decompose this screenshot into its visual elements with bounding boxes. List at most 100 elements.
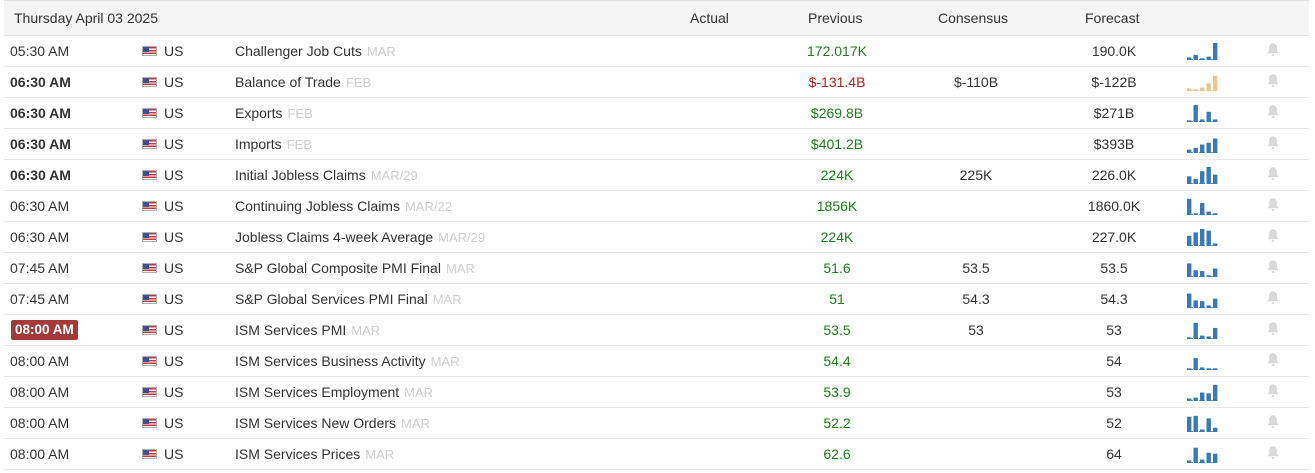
event-name-link[interactable]: ISM Services PMI MAR xyxy=(235,315,380,346)
header-forecast[interactable]: Forecast xyxy=(1085,1,1139,35)
header-previous[interactable]: Previous xyxy=(808,1,862,35)
sparkline-chart[interactable] xyxy=(1187,104,1219,122)
bell-alert-icon[interactable] xyxy=(1266,197,1280,213)
event-name-link[interactable]: ISM Services New Orders MAR xyxy=(235,408,430,439)
sparkline-chart[interactable] xyxy=(1187,290,1219,308)
sparkline-chart[interactable] xyxy=(1187,352,1219,370)
event-reference-period: MAR xyxy=(401,416,430,431)
event-country: US xyxy=(164,105,184,121)
event-reference-period: MAR xyxy=(432,292,462,307)
event-name-link[interactable]: Balance of Trade FEB xyxy=(235,67,371,98)
sparkline-bar xyxy=(1213,174,1218,184)
sparkline-bar xyxy=(1193,415,1198,432)
table-row[interactable]: 08:00 AM US ISM Services Employment MAR 5… xyxy=(4,377,1309,408)
sparkline-bar xyxy=(1206,230,1211,246)
table-row[interactable]: 07:45 AM US S&P Global Services PMI Fina… xyxy=(4,284,1309,315)
header-actual[interactable]: Actual xyxy=(690,1,729,35)
bell-alert-icon[interactable] xyxy=(1266,73,1280,89)
event-consensus: 53.5 xyxy=(962,260,990,276)
table-row[interactable]: 08:00 AM US ISM Services Business Activi… xyxy=(4,346,1309,377)
sparkline-chart[interactable] xyxy=(1187,259,1219,277)
bell-alert-icon[interactable] xyxy=(1266,290,1280,306)
event-country: US xyxy=(164,136,184,152)
event-forecast: 53 xyxy=(1106,322,1122,338)
sparkline-chart[interactable] xyxy=(1187,321,1219,339)
bell-alert-icon[interactable] xyxy=(1266,135,1280,151)
event-reference-period: FEB xyxy=(286,137,312,152)
sparkline-bar xyxy=(1206,418,1211,432)
event-time: 06:30 AM xyxy=(10,105,71,121)
sparkline-bar xyxy=(1200,171,1205,184)
sparkline-bar xyxy=(1206,167,1211,184)
event-country: US xyxy=(164,43,184,59)
us-flag-icon xyxy=(142,139,157,149)
sparkline-chart[interactable] xyxy=(1187,135,1219,153)
event-name-link[interactable]: S&P Global Services PMI Final MAR xyxy=(235,284,462,315)
bell-alert-icon[interactable] xyxy=(1266,383,1280,399)
table-row[interactable]: 06:30 AM US Initial Jobless Claims MAR/29… xyxy=(4,160,1309,191)
event-time: 05:30 AM xyxy=(10,43,70,59)
bell-alert-icon[interactable] xyxy=(1266,42,1280,58)
event-name-link[interactable]: Jobless Claims 4-week Average MAR/29 xyxy=(235,222,485,253)
event-reference-period: MAR xyxy=(366,44,396,59)
sparkline-bar xyxy=(1200,301,1205,308)
bell-alert-icon[interactable] xyxy=(1266,321,1280,337)
table-row[interactable]: 08:00 AM US ISM Services PMI MAR 53.5 53 … xyxy=(4,315,1309,346)
event-name: S&P Global Composite PMI Final xyxy=(235,260,441,276)
event-name-link[interactable]: Challenger Job Cuts MAR xyxy=(235,36,396,67)
table-row[interactable]: 06:30 AM US Jobless Claims 4-week Averag… xyxy=(4,222,1309,253)
sparkline-chart[interactable] xyxy=(1187,228,1219,246)
sparkline-chart[interactable] xyxy=(1187,42,1219,60)
table-row[interactable]: 06:30 AM US Balance of Trade FEB $-131.4B… xyxy=(4,67,1309,98)
sparkline-bar xyxy=(1193,447,1198,463)
event-name-link[interactable]: Initial Jobless Claims MAR/29 xyxy=(235,160,418,191)
sparkline-chart[interactable] xyxy=(1187,414,1219,432)
event-name-link[interactable]: ISM Services Prices MAR xyxy=(235,439,394,470)
us-flag-icon xyxy=(142,201,157,211)
event-country: US xyxy=(164,260,184,276)
table-row[interactable]: 06:30 AM US Imports FEB $401.2B $393B xyxy=(4,129,1309,160)
event-name-link[interactable]: Exports FEB xyxy=(235,98,313,129)
bell-alert-icon[interactable] xyxy=(1266,414,1280,430)
event-forecast: $271B xyxy=(1093,105,1135,121)
event-name: Challenger Job Cuts xyxy=(235,43,362,59)
event-time: 08:00 AM xyxy=(10,446,70,462)
sparkline-bar xyxy=(1206,452,1211,463)
event-name-link[interactable]: S&P Global Composite PMI Final MAR xyxy=(235,253,475,284)
sparkline-bar xyxy=(1206,83,1211,91)
event-reference-period: MAR xyxy=(365,447,395,462)
event-forecast: 54.3 xyxy=(1100,291,1128,307)
event-forecast: 226.0K xyxy=(1091,167,1137,183)
event-name-link[interactable]: Imports FEB xyxy=(235,129,312,160)
table-row[interactable]: 08:00 AM US ISM Services New Orders MAR 5… xyxy=(4,408,1309,439)
table-row[interactable]: 08:00 AM US ISM Services Prices MAR 62.6 … xyxy=(4,439,1309,470)
header-consensus[interactable]: Consensus xyxy=(938,1,1008,35)
sparkline-chart[interactable] xyxy=(1187,166,1219,184)
us-flag-icon xyxy=(142,108,157,118)
sparkline-bar xyxy=(1206,111,1211,122)
bell-alert-icon[interactable] xyxy=(1266,259,1280,275)
event-name: Initial Jobless Claims xyxy=(235,167,366,183)
event-country: US xyxy=(164,198,184,214)
table-row[interactable]: 05:30 AM US Challenger Job Cuts MAR 172.0… xyxy=(4,36,1309,67)
event-previous: 52.2 xyxy=(823,415,851,431)
sparkline-bar xyxy=(1187,416,1192,432)
table-row[interactable]: 06:30 AM US Continuing Jobless Claims MAR… xyxy=(4,191,1309,222)
us-flag-icon xyxy=(142,387,157,397)
sparkline-chart[interactable] xyxy=(1187,73,1219,91)
sparkline-chart[interactable] xyxy=(1187,383,1219,401)
bell-alert-icon[interactable] xyxy=(1266,166,1280,182)
sparkline-chart[interactable] xyxy=(1187,445,1219,463)
sparkline-chart[interactable] xyxy=(1187,197,1219,215)
event-name-link[interactable]: ISM Services Employment MAR xyxy=(235,377,433,408)
table-row[interactable]: 06:30 AM US Exports FEB $269.8B $271B xyxy=(4,98,1309,129)
bell-alert-icon[interactable] xyxy=(1266,104,1280,120)
event-name-link[interactable]: ISM Services Business Activity MAR xyxy=(235,346,460,377)
event-name: ISM Services Business Activity xyxy=(235,353,426,369)
bell-alert-icon[interactable] xyxy=(1266,445,1280,461)
bell-alert-icon[interactable] xyxy=(1266,352,1280,368)
table-row[interactable]: 07:45 AM US S&P Global Composite PMI Fin… xyxy=(4,253,1309,284)
event-previous: 224K xyxy=(820,167,854,183)
event-name-link[interactable]: Continuing Jobless Claims MAR/22 xyxy=(235,191,452,222)
bell-alert-icon[interactable] xyxy=(1266,228,1280,244)
